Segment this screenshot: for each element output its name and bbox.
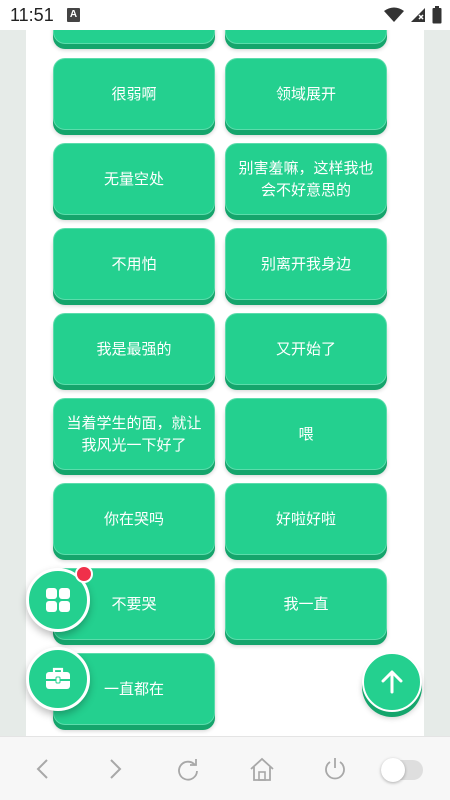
status-time: 11:51 bbox=[10, 5, 54, 25]
power-button[interactable] bbox=[321, 755, 349, 783]
cell-signal-icon bbox=[411, 8, 425, 22]
status-icons bbox=[384, 6, 442, 24]
phrase-button[interactable]: 我一直 bbox=[225, 568, 387, 640]
phrase-button[interactable]: 当着学生的面，就让我风光一下好了 bbox=[53, 398, 215, 470]
home-icon bbox=[250, 757, 274, 781]
phrase-button[interactable]: 别离开我身边 bbox=[225, 228, 387, 300]
status-bar: 11:51 A bbox=[0, 0, 450, 30]
refresh-icon bbox=[178, 759, 198, 781]
phrase-button[interactable]: 领域展开 bbox=[225, 58, 387, 130]
toggle-knob bbox=[381, 758, 405, 782]
phrase-button[interactable]: 你在哭吗 bbox=[53, 483, 215, 555]
phrase-button[interactable]: 不用怕 bbox=[53, 228, 215, 300]
home-button[interactable] bbox=[248, 755, 276, 783]
battery-icon bbox=[432, 6, 442, 24]
power-icon bbox=[325, 758, 345, 780]
phrase-button[interactable] bbox=[53, 30, 215, 44]
refresh-button[interactable] bbox=[174, 755, 202, 783]
bottom-nav bbox=[0, 736, 450, 800]
toolbox-button[interactable] bbox=[26, 647, 90, 711]
notification-badge bbox=[75, 565, 93, 583]
wifi-icon bbox=[384, 7, 404, 22]
back-button[interactable] bbox=[28, 755, 56, 783]
toolbox-icon bbox=[46, 667, 70, 689]
phrase-button[interactable]: 好啦好啦 bbox=[225, 483, 387, 555]
phrase-button[interactable]: 喂 bbox=[225, 398, 387, 470]
phrase-grid[interactable]: 很弱啊 领域展开 无量空处 别害羞嘛，这样我也会不好意思的 不用怕 别离开我身边… bbox=[26, 30, 424, 736]
scroll-top-button[interactable] bbox=[362, 652, 422, 712]
phrase-button[interactable]: 又开始了 bbox=[225, 313, 387, 385]
phrase-button[interactable]: 我是最强的 bbox=[53, 313, 215, 385]
phrase-button[interactable]: 别害羞嘛，这样我也会不好意思的 bbox=[225, 143, 387, 215]
mode-toggle[interactable] bbox=[381, 758, 423, 782]
forward-button[interactable] bbox=[102, 755, 130, 783]
back-icon bbox=[36, 759, 48, 779]
phrase-button[interactable]: 无量空处 bbox=[53, 143, 215, 215]
arrow-up-icon bbox=[381, 670, 403, 694]
phrase-button[interactable]: 很弱啊 bbox=[53, 58, 215, 130]
notification-icon: A bbox=[67, 8, 80, 22]
phrase-button[interactable] bbox=[225, 30, 387, 44]
grid-icon bbox=[46, 588, 70, 612]
forward-icon bbox=[110, 759, 122, 779]
